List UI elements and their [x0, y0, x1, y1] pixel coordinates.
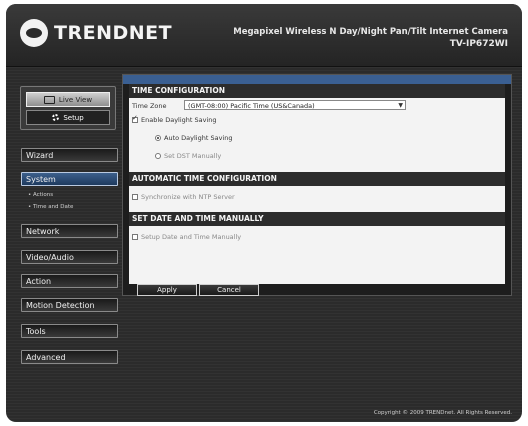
manual-dst-radio[interactable]: [155, 153, 161, 159]
nav-network[interactable]: Network: [21, 224, 118, 238]
gear-icon: [52, 114, 60, 121]
cancel-button[interactable]: Cancel: [199, 284, 259, 296]
chevron-down-icon: ▼: [398, 102, 403, 109]
enable-dst-label: Enable Daylight Saving: [141, 116, 217, 124]
apply-button[interactable]: Apply: [137, 284, 197, 296]
product-model: Megapixel Wireless N Day/Night Pan/Tilt …: [233, 26, 508, 50]
camera-icon: [43, 95, 55, 104]
app-frame: TRENDNET Megapixel Wireless N Day/Night …: [6, 4, 522, 422]
manual-time-checkbox[interactable]: [132, 234, 138, 240]
enable-dst-row: Enable Daylight Saving: [132, 114, 217, 124]
product-model-number: TV-IP672WI: [449, 39, 508, 49]
manual-dst-label: Set DST Manually: [164, 152, 222, 160]
time-zone-select[interactable]: (GMT-08:00) Pacific Time (US&Canada) ▼: [184, 100, 406, 110]
brand-logo: TRENDNET: [20, 18, 172, 48]
nav-wizard[interactable]: Wizard: [21, 148, 118, 162]
header: TRENDNET Megapixel Wireless N Day/Night …: [6, 4, 522, 67]
time-zone-label: Time Zone: [132, 102, 167, 110]
nav-motion-detection[interactable]: Motion Detection: [21, 298, 118, 312]
manual-dst-row: Set DST Manually: [155, 152, 221, 160]
settings-panel: TIME CONFIGURATION Time Zone (GMT-08:00)…: [129, 84, 505, 296]
main-content: TIME CONFIGURATION Time Zone (GMT-08:00)…: [122, 74, 512, 296]
trendnet-logo-icon: [20, 19, 48, 47]
setup-button[interactable]: Setup: [26, 110, 110, 125]
time-zone-value: (GMT-08:00) Pacific Time (US&Canada): [188, 102, 315, 110]
content-top-strip: [123, 75, 511, 84]
time-configuration-header: TIME CONFIGURATION: [129, 84, 505, 98]
manual-time-header: SET DATE AND TIME MANUALLY: [129, 212, 505, 226]
enable-dst-checkbox[interactable]: [132, 114, 138, 123]
product-description: Megapixel Wireless N Day/Night Pan/Tilt …: [233, 27, 508, 37]
auto-dst-label: Auto Daylight Saving: [164, 134, 233, 142]
manual-time-label: Setup Date and Time Manually: [141, 233, 242, 241]
live-view-button[interactable]: Live View: [26, 92, 110, 107]
nav-tools[interactable]: Tools: [21, 324, 118, 338]
nav-system-actions[interactable]: • Actions: [28, 192, 53, 198]
nav-system-time-and-date[interactable]: • Time and Date: [28, 204, 73, 210]
nav-system[interactable]: System: [21, 172, 118, 186]
manual-time-row: Setup Date and Time Manually: [132, 233, 241, 241]
nav-advanced[interactable]: Advanced: [21, 350, 118, 364]
ntp-checkbox[interactable]: [132, 194, 138, 200]
auto-dst-radio[interactable]: [155, 135, 161, 141]
time-zone-label-text: Time Zone: [132, 102, 167, 110]
ntp-label: Synchronize with NTP Server: [141, 193, 235, 201]
copyright-footer: Copyright © 2009 TRENDnet. All Rights Re…: [373, 410, 512, 416]
automatic-time-header: AUTOMATIC TIME CONFIGURATION: [129, 172, 505, 186]
nav-action[interactable]: Action: [21, 274, 118, 288]
auto-dst-row: Auto Daylight Saving: [155, 134, 232, 142]
ntp-row: Synchronize with NTP Server: [132, 193, 235, 201]
brand-name: TRENDNET: [54, 22, 173, 44]
live-view-label: Live View: [58, 95, 93, 104]
view-mode-box: Live View Setup: [20, 86, 116, 130]
setup-label: Setup: [63, 113, 84, 122]
nav-video-audio[interactable]: Video/Audio: [21, 250, 118, 264]
